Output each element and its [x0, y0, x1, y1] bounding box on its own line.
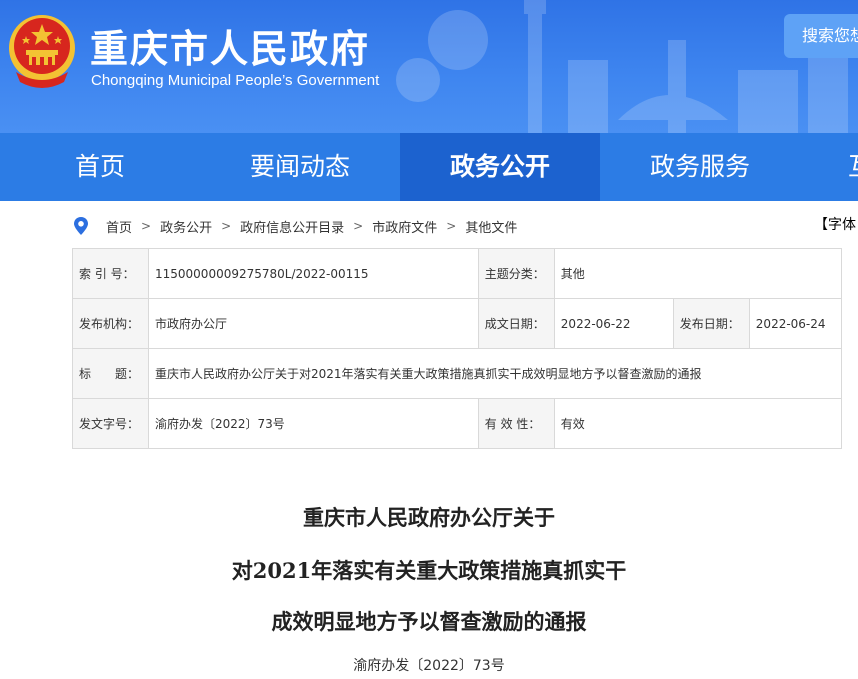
breadcrumb-separator: > [446, 219, 457, 233]
national-emblem-logo [9, 15, 75, 88]
table-row: 发布机构： 市政府办公厅 成文日期： 2022-06-22 发布日期： 2022… [72, 298, 843, 349]
breadcrumb: 首页 > 政务公开 > 政府信息公开目录 > 市政府文件 > 其他文件 [72, 214, 517, 238]
breadcrumb-gov-affairs-open[interactable]: 政务公开 [160, 217, 212, 236]
published-date-value: 2022-06-24 [748, 298, 843, 349]
nav-item-home[interactable]: 首页 [0, 133, 200, 201]
title-value: 重庆市人民政府办公厅关于对2021年落实有关重大政策措施真抓实干成效明显地方予以… [148, 348, 842, 399]
index-value: 11500000009275780L/2022-00115 [148, 248, 479, 299]
document-title-line-3: 成效明显地方予以督查激励的通报 [271, 609, 587, 634]
document-info-table: 索 引 号： 11500000009275780L/2022-00115 主题分… [72, 248, 843, 449]
table-row: 发文字号： 渝府办发〔2022〕73号 有 效 性： 有效 [72, 398, 843, 449]
breadcrumb-separator: > [221, 219, 232, 233]
nav-item-interaction[interactable]: 互 [800, 133, 858, 201]
validity-label: 有 效 性： [477, 398, 555, 449]
table-row: 索 引 号： 11500000009275780L/2022-00115 主题分… [72, 248, 843, 299]
breadcrumb-city-gov-files[interactable]: 市政府文件 [372, 217, 437, 236]
city-skyline-decoration [396, 0, 848, 133]
doc-number-label: 发文字号： [72, 398, 149, 449]
document-title-line-1: 重庆市人民政府办公厅关于 [303, 505, 555, 530]
breadcrumb-separator: > [353, 219, 364, 233]
index-label: 索 引 号： [72, 248, 149, 299]
breadcrumb-info-catalog[interactable]: 政府信息公开目录 [240, 217, 344, 236]
validity-value: 有效 [553, 398, 843, 449]
table-row: 标 题： 重庆市人民政府办公厅关于对2021年落实有关重大政策措施真抓实干成效明… [72, 348, 842, 399]
main-nav: 首页 要闻动态 政务公开 政务服务 互 [0, 133, 858, 201]
site-title: 重庆市人民政府 [90, 27, 371, 71]
published-date-label: 发布日期： [672, 298, 750, 349]
doc-number-value: 渝府办发〔2022〕73号 [148, 398, 479, 449]
org-label: 发布机构： [72, 298, 149, 349]
search-button[interactable]: 搜索您想 [784, 14, 858, 58]
nav-item-gov-affairs-open[interactable]: 政务公开 [400, 133, 600, 201]
topic-value: 其他 [553, 248, 843, 299]
created-date-label: 成文日期： [477, 298, 555, 349]
font-size-control[interactable]: 【字体 [814, 214, 856, 234]
nav-item-news[interactable]: 要闻动态 [200, 133, 400, 201]
breadcrumb-home[interactable]: 首页 [106, 217, 132, 236]
site-subtitle: Chongqing Municipal People’s Government [91, 72, 380, 89]
location-pin-icon [74, 217, 88, 235]
nav-item-gov-services[interactable]: 政务服务 [600, 133, 800, 201]
site-header: 重庆市人民政府 Chongqing Municipal People’s Gov… [0, 0, 858, 133]
created-date-value: 2022-06-22 [553, 298, 674, 349]
breadcrumb-other-files[interactable]: 其他文件 [465, 217, 517, 236]
topic-label: 主题分类： [477, 248, 555, 299]
document-number: 渝府办发〔2022〕73号 [353, 658, 505, 674]
org-value: 市政府办公厅 [148, 298, 479, 349]
title-label: 标 题： [72, 348, 149, 399]
breadcrumb-separator: > [141, 219, 152, 233]
document-title-line-2: 对2021年落实有关重大政策措施真抓实干 [231, 558, 627, 583]
